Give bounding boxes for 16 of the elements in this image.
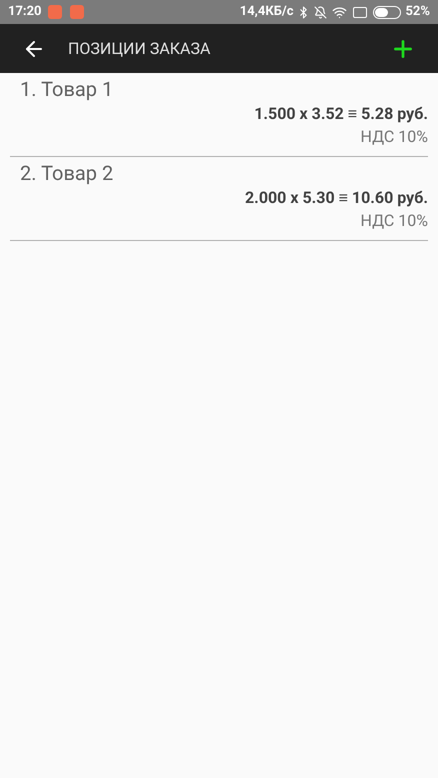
screen-title: ПОЗИЦИИ ЗАКАЗА [68,38,210,60]
network-speed: 14,4КБ/с [240,3,294,22]
item-amount: 1.500 x 3.52 ≡ 5.28 руб. [254,103,428,125]
item-title: 1. Товар 1 [19,76,114,102]
item-vat: НДС 10% [360,210,428,232]
status-time: 17:20 [8,3,42,22]
app-notification-icon [48,5,62,19]
item-amount: 2.000 x 5.30 ≡ 10.60 руб. [245,187,428,209]
item-title: 2. Товар 2 [19,160,114,186]
muted-bell-icon [314,6,328,18]
battery-percent: 52% [405,3,430,22]
item-vat: НДС 10% [360,126,428,148]
order-item[interactable]: 2. Товар 2 2.000 x 5.30 ≡ 10.60 руб. НДС 10% [10,157,428,241]
order-item[interactable]: 1. Товар 1 1.500 x 3.52 ≡ 5.28 руб. НДС 10% [10,73,428,157]
app-notification-icon [70,5,84,19]
wifi-icon [332,4,348,20]
